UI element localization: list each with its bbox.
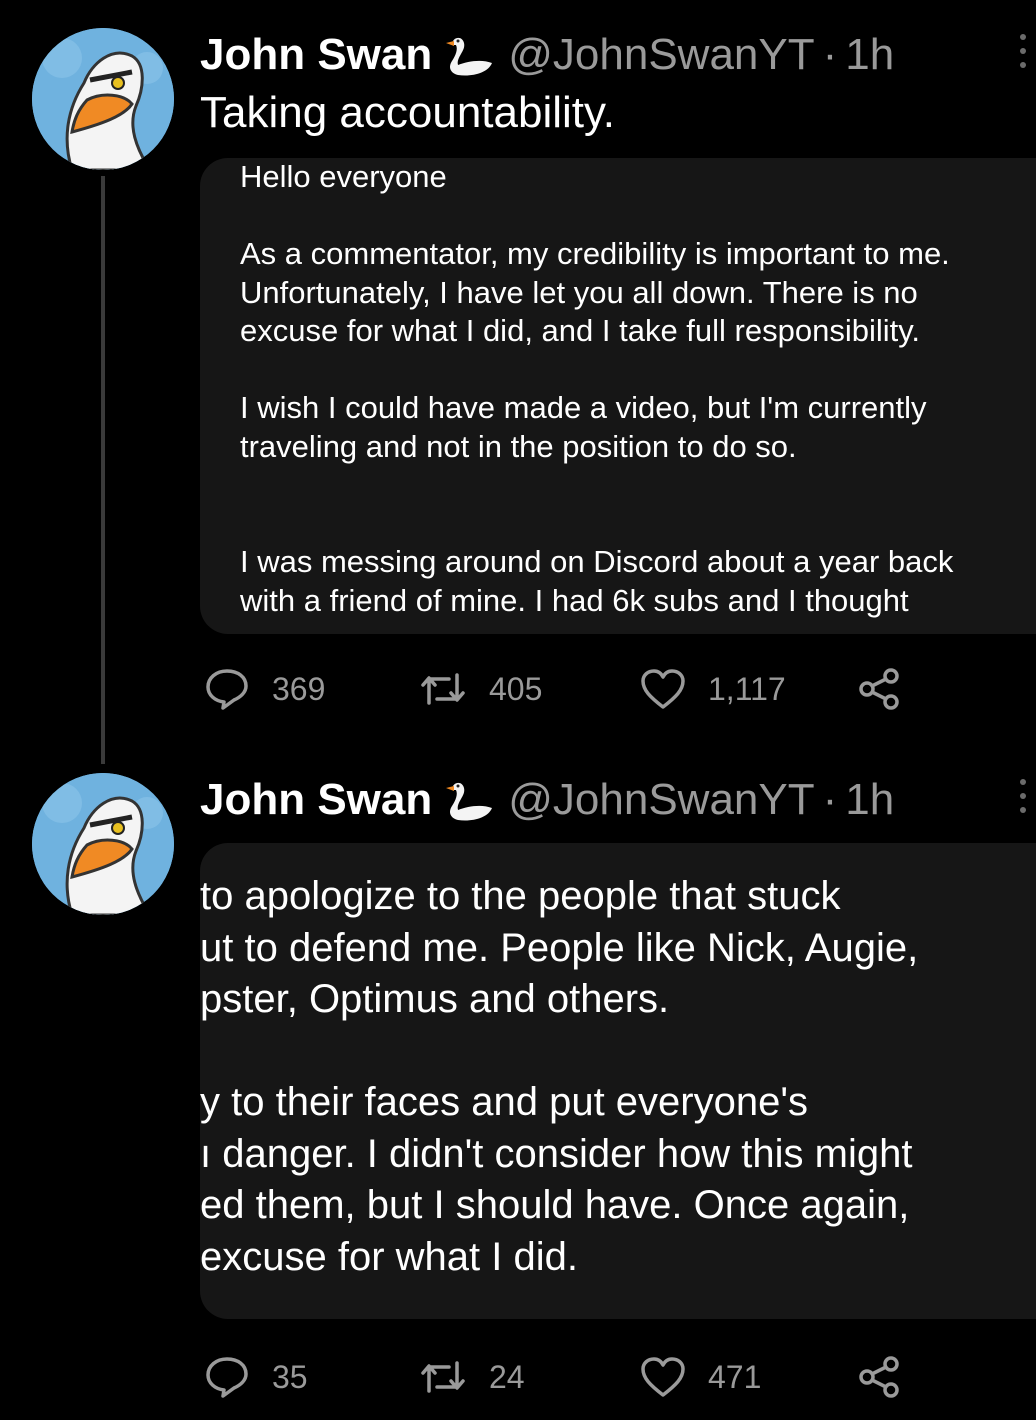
tweet-header: John Swan @JohnSwanYT · 1h — [200, 775, 894, 825]
reply-count: 369 — [272, 670, 326, 707]
timestamp[interactable]: 1h — [845, 30, 894, 80]
card-line: I wish I could have made a video, but I'… — [240, 390, 927, 425]
goose-avatar-image — [32, 28, 174, 170]
like-icon — [641, 669, 685, 709]
card-line: Unfortunately, I have let you all down. … — [240, 274, 918, 310]
retweet-count: 405 — [489, 670, 543, 707]
like-icon — [641, 1357, 685, 1397]
swan-icon — [442, 776, 498, 824]
goose-avatar-image — [32, 773, 174, 915]
like-button[interactable]: 471 — [640, 1355, 761, 1399]
share-button[interactable] — [858, 1355, 902, 1399]
image-card[interactable]: Hello everyone As a commentator, my cred… — [200, 158, 1036, 634]
more-icon[interactable] — [1016, 34, 1030, 74]
retweet-icon — [421, 673, 465, 705]
handle[interactable]: @JohnSwanYT — [508, 30, 814, 80]
tweet-header: John Swan @JohnSwanYT · 1h — [200, 30, 894, 80]
avatar[interactable] — [32, 773, 174, 915]
card-line: I was messing around on Discord about a … — [240, 544, 954, 579]
like-button[interactable]: 1,117 — [640, 667, 786, 711]
action-bar: 369 405 1,117 — [204, 667, 924, 711]
card-line: excuse for what I did. — [200, 1234, 578, 1279]
tweet-text: Taking accountability. — [200, 88, 615, 137]
handle[interactable]: @JohnSwanYT — [508, 775, 814, 825]
like-count: 471 — [708, 1358, 762, 1395]
share-icon — [859, 668, 899, 710]
reply-icon — [206, 1357, 248, 1398]
card-line: ed them, but I should have. Once again, — [200, 1183, 910, 1227]
card-line: pster, Optimus and others. — [200, 977, 670, 1021]
separator-dot: · — [822, 775, 838, 824]
card-line: Hello everyone — [240, 159, 447, 194]
retweet-button[interactable]: 24 — [419, 1355, 525, 1399]
card-line: ı danger. I didn't consider how this mig… — [200, 1131, 913, 1176]
reply-button[interactable]: 369 — [204, 667, 325, 711]
avatar[interactable] — [32, 28, 174, 170]
share-button[interactable] — [858, 667, 902, 711]
display-name[interactable]: John Swan — [200, 30, 432, 80]
retweet-button[interactable]: 405 — [419, 667, 542, 711]
like-count: 1,117 — [708, 670, 786, 707]
more-icon[interactable] — [1016, 779, 1030, 819]
card-line: ut to defend me. People like Nick, Augie… — [200, 925, 919, 970]
reply-icon — [206, 669, 248, 710]
display-name[interactable]: John Swan — [200, 775, 432, 825]
retweet-icon — [421, 1361, 465, 1393]
share-icon — [859, 1356, 899, 1398]
swan-icon — [442, 31, 498, 79]
card-line: excuse for what I did, and I take full r… — [240, 313, 921, 348]
tweet-2[interactable]: John Swan @JohnSwanYT · 1h to apologize … — [0, 745, 1036, 1420]
card-line: to apologize to the people that stuck — [200, 874, 841, 918]
separator-dot: · — [822, 30, 838, 79]
card-text: Hello everyone As a commentator, my cred… — [240, 158, 1016, 620]
card-line: traveling and not in the position to do … — [240, 428, 797, 464]
thread-line — [101, 176, 105, 764]
retweet-count: 24 — [489, 1358, 525, 1395]
card-text: to apologize to the people that stuck ut… — [200, 871, 1006, 1283]
image-card[interactable]: to apologize to the people that stuck ut… — [200, 843, 1036, 1319]
timestamp[interactable]: 1h — [845, 775, 894, 825]
card-line: y to their faces and put everyone's — [200, 1080, 808, 1124]
action-bar: 35 24 471 — [204, 1355, 924, 1399]
card-line: As a commentator, my credibility is impo… — [240, 236, 950, 271]
card-line: with a friend of mine. I had 6k subs and… — [240, 582, 909, 618]
reply-button[interactable]: 35 — [204, 1355, 308, 1399]
tweet-1[interactable]: John Swan @JohnSwanYT · 1h Taking accoun… — [0, 0, 1036, 764]
reply-count: 35 — [272, 1358, 308, 1395]
